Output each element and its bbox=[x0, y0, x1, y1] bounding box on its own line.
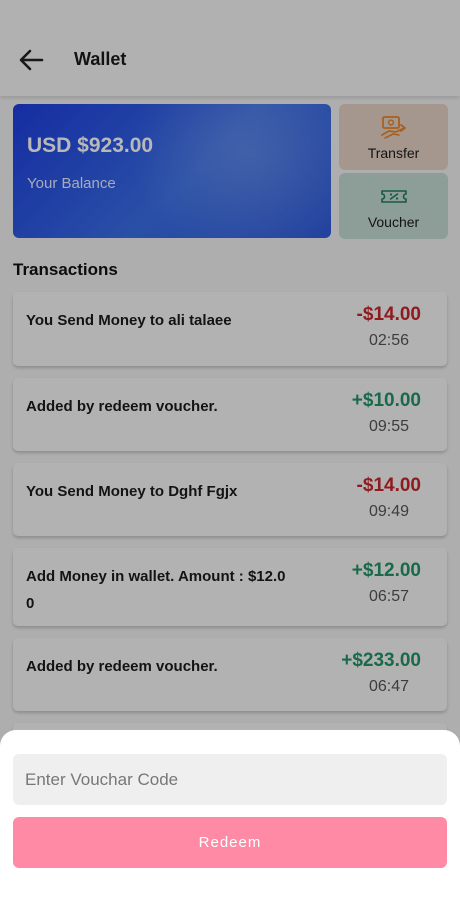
voucher-code-input[interactable] bbox=[13, 754, 447, 805]
redeem-button[interactable]: Redeem bbox=[13, 817, 447, 868]
redeem-bottom-sheet: Redeem bbox=[0, 730, 460, 900]
